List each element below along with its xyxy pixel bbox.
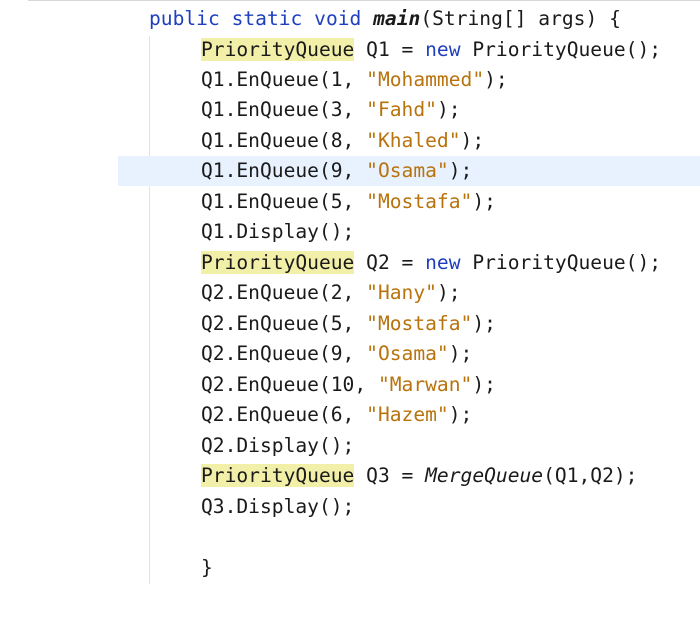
type-name: PriorityQueue <box>201 464 355 487</box>
statement: Q1.EnQueue(8, "Khaled"); <box>201 126 484 156</box>
statement: Q1.EnQueue(3, "Fahd"); <box>201 95 461 125</box>
string-literal: "Hazem" <box>366 403 449 426</box>
code-line-11[interactable]: Q2.EnQueue(5, "Mostafa"); <box>0 309 700 339</box>
method-params: (String[] args) { <box>420 7 621 30</box>
new-keyword: new <box>425 38 461 61</box>
statement: Q2.EnQueue(5, "Mostafa"); <box>201 309 496 339</box>
statement: Q1.EnQueue(9, "Osama"); <box>201 156 472 186</box>
variable-decl: Q3 = <box>354 464 426 487</box>
string-literal: "Mostafa" <box>366 190 473 213</box>
code-line-2[interactable]: PriorityQueue Q1 = new PriorityQueue(); <box>0 35 700 65</box>
code-line-7[interactable]: Q1.EnQueue(5, "Mostafa"); <box>0 187 700 217</box>
string-literal: "Marwan" <box>377 373 473 396</box>
method-call: Q2.EnQueue(10, <box>201 373 378 396</box>
call-end: ); <box>436 98 461 121</box>
method-call: Q2.EnQueue(2, <box>201 281 367 304</box>
method-call: Q2.EnQueue(6, <box>201 403 367 426</box>
statement: PriorityQueue Q3 = MergeQueue(Q1,Q2); <box>201 461 637 491</box>
statement: Q2.EnQueue(9, "Osama"); <box>201 339 472 369</box>
string-literal: "Mohammed" <box>366 68 485 91</box>
code-line-15[interactable]: Q2.Display(); <box>0 431 700 461</box>
code-line-10[interactable]: Q2.EnQueue(2, "Hany"); <box>0 278 700 308</box>
call-end: ); <box>472 190 496 213</box>
code-line-4[interactable]: Q1.EnQueue(3, "Fahd"); <box>0 95 700 125</box>
string-literal: "Khaled" <box>366 129 461 152</box>
method-call: Q1.EnQueue(5, <box>201 190 367 213</box>
code-line-8[interactable]: Q1.Display(); <box>0 217 700 247</box>
call-end: ); <box>460 129 485 152</box>
method-call: Q1.EnQueue(1, <box>201 68 367 91</box>
code-line-19[interactable]: } <box>0 553 700 583</box>
code-line-13[interactable]: Q2.EnQueue(10, "Marwan"); <box>0 370 700 400</box>
string-literal: "Osama" <box>366 342 449 365</box>
call-end: ); <box>448 403 473 426</box>
call-end: ); <box>472 373 496 396</box>
statement: Q2.EnQueue(10, "Marwan"); <box>201 370 496 400</box>
method-call: Q2.EnQueue(9, <box>201 342 367 365</box>
method-signature: public static void main(String[] args) { <box>149 4 621 34</box>
statement: Q2.EnQueue(6, "Hazem"); <box>201 400 472 430</box>
type-name: PriorityQueue <box>201 38 355 61</box>
constructor-call: PriorityQueue(); <box>460 38 662 61</box>
code-line-17[interactable]: Q3.Display(); <box>0 492 700 522</box>
call-end: ); <box>448 159 473 182</box>
statement: Q2.EnQueue(2, "Hany"); <box>201 278 461 308</box>
new-keyword: new <box>425 251 461 274</box>
statement: PriorityQueue Q1 = new PriorityQueue(); <box>201 35 661 65</box>
code-line-5[interactable]: Q1.EnQueue(8, "Khaled"); <box>0 126 700 156</box>
display-call: Q1.Display(); <box>201 220 355 243</box>
merge-call: MergeQueue <box>425 464 544 487</box>
keywords: public static void <box>149 7 374 30</box>
statement: Q1.EnQueue(5, "Mostafa"); <box>201 187 496 217</box>
statement: Q1.EnQueue(1, "Mohammed"); <box>201 65 508 95</box>
call-end: ); <box>448 342 473 365</box>
code-line-3[interactable]: Q1.EnQueue(1, "Mohammed"); <box>0 65 700 95</box>
constructor-call: PriorityQueue(); <box>460 251 662 274</box>
display-call: Q3.Display(); <box>201 495 355 518</box>
display-call: Q2.Display(); <box>201 434 355 457</box>
code-line-6-current[interactable]: Q1.EnQueue(9, "Osama"); <box>118 156 700 186</box>
variable-decl: Q1 = <box>354 38 426 61</box>
code-line-9[interactable]: PriorityQueue Q2 = new PriorityQueue(); <box>0 248 700 278</box>
string-literal: "Mostafa" <box>366 312 473 335</box>
method-name: main <box>373 7 421 30</box>
call-end: ); <box>484 68 508 91</box>
code-line-16[interactable]: PriorityQueue Q3 = MergeQueue(Q1,Q2); <box>0 461 700 491</box>
code-line-12[interactable]: Q2.EnQueue(9, "Osama"); <box>0 339 700 369</box>
merge-args: (Q1,Q2); <box>543 464 638 487</box>
closing-brace: } <box>201 556 213 579</box>
type-name: PriorityQueue <box>201 251 355 274</box>
call-end: ); <box>436 281 461 304</box>
string-literal: "Fahd" <box>366 98 437 121</box>
variable-decl: Q2 = <box>354 251 426 274</box>
method-call: Q1.EnQueue(9, <box>201 159 367 182</box>
code-line-1[interactable]: public static void main(String[] args) { <box>0 4 700 34</box>
code-line-14[interactable]: Q2.EnQueue(6, "Hazem"); <box>0 400 700 430</box>
code-editor[interactable]: public static void main(String[] args) {… <box>0 0 700 636</box>
editor-top-border <box>28 0 700 1</box>
string-literal: "Osama" <box>366 159 449 182</box>
string-literal: "Hany" <box>366 281 437 304</box>
method-call: Q2.EnQueue(5, <box>201 312 367 335</box>
method-call: Q1.EnQueue(3, <box>201 98 367 121</box>
statement: PriorityQueue Q2 = new PriorityQueue(); <box>201 248 661 278</box>
call-end: ); <box>472 312 496 335</box>
method-call: Q1.EnQueue(8, <box>201 129 367 152</box>
